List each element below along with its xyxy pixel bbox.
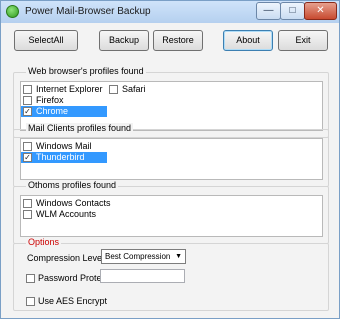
list-item-chrome[interactable]: ✓ Chrome bbox=[21, 106, 107, 117]
options-group: Options Compression Level: Best Compress… bbox=[13, 237, 329, 311]
list-item-label: Firefox bbox=[36, 95, 64, 105]
list-item-label: Thunderbird bbox=[36, 152, 85, 163]
aes-encrypt-checkbox[interactable] bbox=[26, 297, 35, 306]
app-icon bbox=[6, 5, 19, 18]
password-protect-label: Password Protect bbox=[38, 273, 109, 283]
safari-checkbox[interactable] bbox=[109, 85, 118, 94]
mail-group: Mail Clients profiles found Windows Mail… bbox=[13, 123, 329, 187]
chevron-down-icon: ▼ bbox=[175, 253, 182, 260]
select-all-button[interactable]: SelectAll bbox=[14, 30, 78, 51]
list-item-label: Chrome bbox=[36, 106, 69, 117]
app-window: Power Mail-Browser Backup — □ ✕ SelectAl… bbox=[0, 0, 340, 319]
list-item-firefox[interactable]: Firefox bbox=[21, 95, 111, 106]
aes-encrypt-label: Use AES Encrypt bbox=[38, 296, 108, 306]
title-bar[interactable]: Power Mail-Browser Backup — □ ✕ bbox=[1, 1, 339, 23]
compression-level-label: Compression Level: bbox=[27, 253, 107, 263]
wlm-accounts-checkbox[interactable] bbox=[23, 210, 32, 219]
list-item-windows-contacts[interactable]: Windows Contacts bbox=[21, 198, 121, 209]
list-item-wlm-accounts[interactable]: WLM Accounts bbox=[21, 209, 121, 220]
minimize-button[interactable]: — bbox=[256, 2, 281, 20]
mail-list[interactable]: Windows Mail ✓ Thunderbird bbox=[20, 138, 323, 180]
list-item-internet-explorer[interactable]: Internet Explorer bbox=[21, 84, 111, 95]
list-item-label: Windows Contacts bbox=[36, 198, 111, 208]
chrome-checkbox[interactable]: ✓ bbox=[23, 107, 32, 116]
backup-button[interactable]: Backup bbox=[99, 30, 149, 51]
thunderbird-checkbox[interactable]: ✓ bbox=[23, 153, 32, 162]
password-input[interactable] bbox=[100, 269, 185, 283]
list-item-safari[interactable]: Safari bbox=[107, 84, 177, 95]
others-group-label: Othoms profiles found bbox=[26, 180, 119, 190]
list-item-label: Safari bbox=[122, 84, 146, 94]
window-title: Power Mail-Browser Backup bbox=[25, 6, 151, 17]
list-item-thunderbird[interactable]: ✓ Thunderbird bbox=[21, 152, 107, 163]
others-list[interactable]: Windows Contacts WLM Accounts bbox=[20, 195, 323, 237]
client-area: SelectAll Backup Restore About Exit Web … bbox=[7, 23, 333, 315]
password-protect-checkbox[interactable] bbox=[26, 274, 35, 283]
mail-group-label: Mail Clients profiles found bbox=[26, 123, 134, 133]
list-item-label: WLM Accounts bbox=[36, 209, 97, 219]
firefox-checkbox[interactable] bbox=[23, 96, 32, 105]
list-item-label: Internet Explorer bbox=[36, 84, 103, 94]
browsers-group-label: Web browser's profiles found bbox=[26, 66, 146, 76]
exit-button[interactable]: Exit bbox=[278, 30, 328, 51]
compression-level-select[interactable]: Best Compression ▼ bbox=[101, 249, 186, 264]
windows-mail-checkbox[interactable] bbox=[23, 142, 32, 151]
list-item-label: Windows Mail bbox=[36, 141, 92, 151]
restore-button[interactable]: Restore bbox=[153, 30, 203, 51]
about-button[interactable]: About bbox=[223, 30, 273, 51]
internet-explorer-checkbox[interactable] bbox=[23, 85, 32, 94]
options-group-label: Options bbox=[26, 237, 62, 247]
close-button[interactable]: ✕ bbox=[304, 2, 337, 20]
others-group: Othoms profiles found Windows Contacts W… bbox=[13, 180, 329, 244]
compression-level-value: Best Compression bbox=[105, 252, 171, 261]
maximize-button[interactable]: □ bbox=[280, 2, 305, 20]
windows-contacts-checkbox[interactable] bbox=[23, 199, 32, 208]
list-item-windows-mail[interactable]: Windows Mail bbox=[21, 141, 111, 152]
